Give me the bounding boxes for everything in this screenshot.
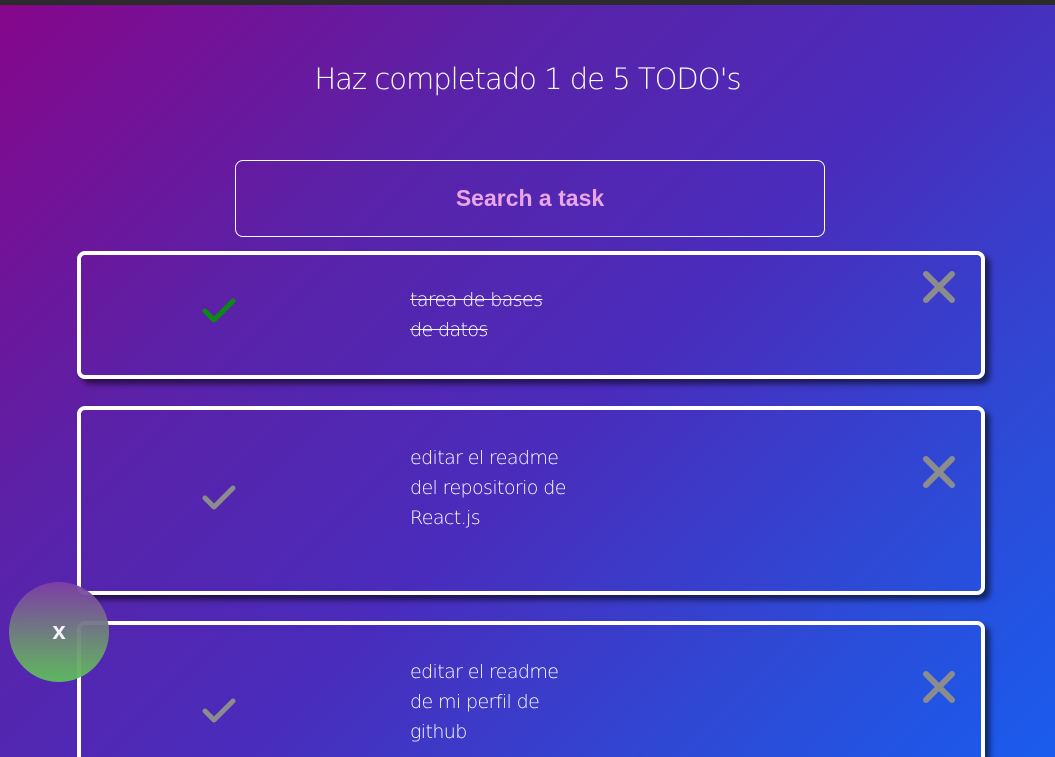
close-icon[interactable] [921,669,957,705]
todo-item: editar el readme de mi perfil de github [77,621,985,757]
todo-text: tarea de bases de datos [410,289,543,341]
todo-text: editar el readme de mi perfil de github [410,661,559,743]
close-icon[interactable] [921,454,957,490]
window-top-strip [0,0,1055,5]
search-input[interactable] [235,160,825,237]
check-icon[interactable] [202,482,236,512]
todo-item: editar el readme del repositorio de Reac… [77,406,985,595]
close-icon[interactable] [921,269,957,305]
check-icon[interactable] [202,295,236,325]
fab-label: x [52,618,66,645]
create-todo-button[interactable]: x [9,582,109,682]
check-icon[interactable] [202,695,236,725]
page-title: Haz completado 1 de 5 TODO's [314,62,741,96]
todo-text: editar el readme del repositorio de Reac… [410,447,566,529]
todo-item: tarea de bases de datos [77,251,985,379]
